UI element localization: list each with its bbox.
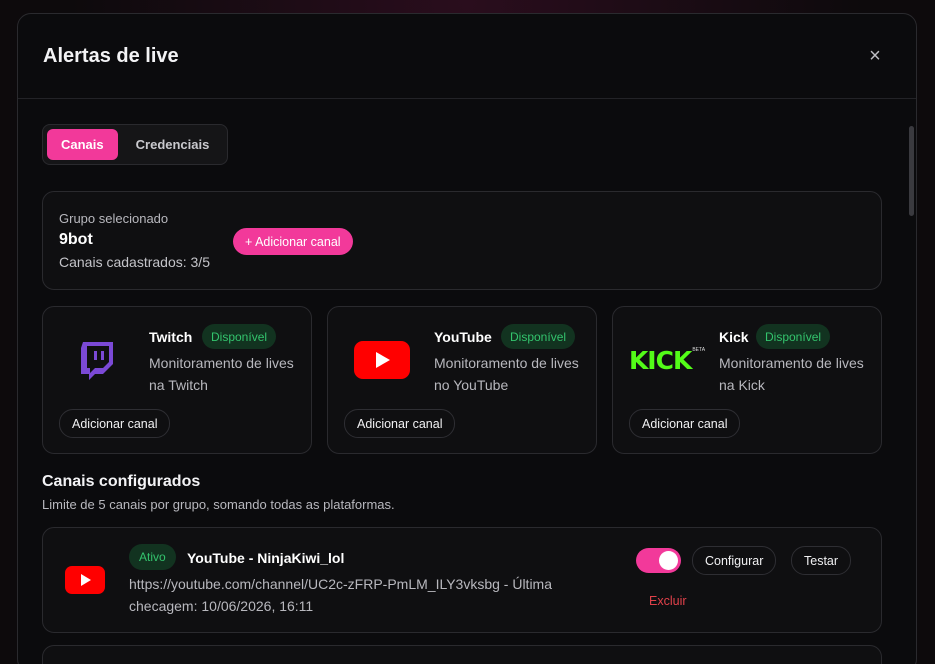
platform-name: Twitch [149, 329, 193, 345]
platform-card-youtube: YouTube Disponível Monitoramento de live… [327, 306, 597, 454]
configured-channels-subtitle: Limite de 5 canais por grupo, somando to… [42, 497, 395, 512]
twitch-icon [57, 335, 137, 385]
youtube-icon [65, 566, 105, 599]
configured-channels-title: Canais configurados [42, 473, 201, 490]
platform-card-kick: KICK BETA Kick Disponível Monitoramento … [612, 306, 882, 454]
group-channel-count: Canais cadastrados: 3/5 [59, 254, 210, 270]
add-channel-button[interactable]: + Adicionar canal [233, 228, 353, 255]
toggle-knob [659, 551, 678, 570]
add-kick-channel-button[interactable]: Adicionar canal [629, 409, 741, 438]
kick-logo: KICK BETA [627, 335, 707, 385]
configure-button[interactable]: Configurar [692, 546, 777, 575]
delete-button[interactable]: Excluir [649, 594, 687, 608]
platform-description: Monitoramento de lives na Kick [719, 355, 864, 393]
add-twitch-channel-button[interactable]: Adicionar canal [59, 409, 171, 438]
channel-row: Ativo YouTube - NinjaKiwi_lol https://yo… [42, 527, 882, 633]
status-badge: Disponível [756, 324, 831, 349]
youtube-icon [342, 335, 422, 385]
status-badge: Ativo [129, 544, 176, 570]
platform-card-twitch: Twitch Disponível Monitoramento de lives… [42, 306, 312, 454]
group-label: Grupo selecionado [59, 211, 169, 226]
channel-row [42, 645, 882, 664]
tab-canais[interactable]: Canais [47, 129, 118, 160]
modal-body: Canais Credenciais Grupo selecionado 9bo… [18, 100, 916, 664]
add-youtube-channel-button[interactable]: Adicionar canal [344, 409, 456, 438]
platform-description: Monitoramento de lives na Twitch [149, 355, 294, 393]
tab-credenciais[interactable]: Credenciais [122, 129, 224, 160]
status-badge: Disponível [501, 324, 576, 349]
platform-cards: Twitch Disponível Monitoramento de lives… [42, 306, 882, 454]
kick-logo-sup: BETA [692, 347, 706, 353]
live-alerts-modal: Alertas de live × Canais Credenciais Gru… [17, 13, 917, 664]
test-button[interactable]: Testar [791, 546, 852, 575]
platform-description: Monitoramento de lives no YouTube [434, 355, 579, 393]
kick-logo-text: KICK [628, 345, 692, 375]
status-badge: Disponível [202, 324, 277, 349]
channel-description: https://youtube.com/channel/UC2c-zFRP-Pm… [129, 576, 553, 614]
tab-bar: Canais Credenciais [42, 124, 229, 165]
channel-enabled-toggle[interactable] [636, 548, 681, 573]
modal-title: Alertas de live [43, 44, 179, 67]
channel-title: YouTube - NinjaKiwi_lol [187, 550, 345, 566]
platform-name: Kick [719, 329, 749, 345]
modal-header: Alertas de live × [18, 14, 916, 99]
platform-name: YouTube [434, 329, 492, 345]
close-icon[interactable]: × [862, 43, 888, 69]
group-name: 9bot [59, 231, 93, 248]
selected-group-card: Grupo selecionado 9bot Canais cadastrado… [42, 191, 882, 290]
scrollbar-thumb[interactable] [909, 126, 914, 216]
